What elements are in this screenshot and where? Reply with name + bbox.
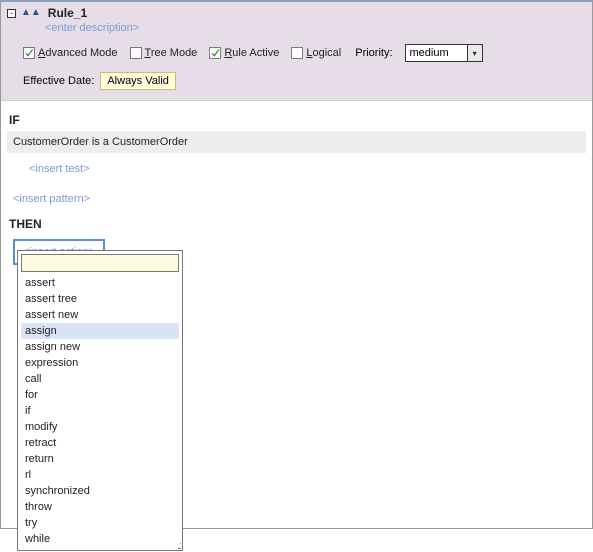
action-item[interactable]: assert bbox=[21, 275, 179, 291]
action-item[interactable]: retract bbox=[21, 435, 179, 451]
action-item[interactable]: synchronized bbox=[21, 483, 179, 499]
rule-active-checkbox[interactable]: Rule Active bbox=[209, 47, 279, 59]
chevron-down-icon: ▾ bbox=[467, 45, 482, 61]
options-row: Advanced Mode Tree Mode Rule Active Logi… bbox=[7, 34, 586, 62]
action-list: assertassert treeassert newassignassign … bbox=[18, 275, 182, 550]
tree-mode-checkbox[interactable]: Tree Mode bbox=[130, 47, 198, 59]
action-item[interactable]: if bbox=[21, 403, 179, 419]
checkbox-icon bbox=[291, 47, 303, 59]
checkbox-icon bbox=[130, 47, 142, 59]
action-item[interactable]: throw bbox=[21, 499, 179, 515]
action-item[interactable]: call bbox=[21, 371, 179, 387]
chevron-up-icon[interactable]: ▲▲ bbox=[19, 8, 43, 18]
action-autocomplete-dropdown: assertassert treeassert newassignassign … bbox=[17, 250, 183, 551]
condition-expression[interactable]: CustomerOrder is a CustomerOrder bbox=[7, 131, 586, 153]
collapse-icon[interactable]: - bbox=[7, 9, 16, 18]
rule-name[interactable]: Rule_1 bbox=[46, 6, 87, 20]
effective-date-row: Effective Date: Always Valid bbox=[7, 62, 586, 90]
insert-test-placeholder[interactable]: <insert test> bbox=[1, 153, 592, 175]
priority-value: medium bbox=[406, 47, 467, 59]
action-item[interactable]: assign new bbox=[21, 339, 179, 355]
effective-date-value[interactable]: Always Valid bbox=[100, 72, 176, 90]
if-label: IF bbox=[1, 101, 592, 131]
action-item[interactable]: assert new bbox=[21, 307, 179, 323]
action-item[interactable]: expression bbox=[21, 355, 179, 371]
effective-date-label: Effective Date: bbox=[23, 75, 94, 87]
action-item[interactable]: modify bbox=[21, 419, 179, 435]
action-item[interactable]: for bbox=[21, 387, 179, 403]
action-item[interactable]: return bbox=[21, 451, 179, 467]
action-item[interactable]: assert tree bbox=[21, 291, 179, 307]
rule-title-row: - ▲▲ Rule_1 bbox=[7, 6, 586, 20]
action-item[interactable]: assign bbox=[21, 323, 179, 339]
rule-description-placeholder[interactable]: <enter description> bbox=[7, 20, 586, 34]
checkbox-icon bbox=[23, 47, 35, 59]
checkbox-icon bbox=[209, 47, 221, 59]
action-item[interactable]: rl bbox=[21, 467, 179, 483]
priority-label: Priority: bbox=[355, 47, 392, 59]
action-filter-input[interactable] bbox=[21, 254, 179, 272]
priority-select[interactable]: medium ▾ bbox=[405, 44, 483, 62]
insert-pattern-placeholder[interactable]: <insert pattern> bbox=[1, 175, 592, 205]
advanced-mode-checkbox[interactable]: Advanced Mode bbox=[23, 47, 118, 59]
rule-header: - ▲▲ Rule_1 <enter description> Advanced… bbox=[1, 2, 592, 101]
action-item[interactable]: while bbox=[21, 531, 179, 547]
logical-checkbox[interactable]: Logical bbox=[291, 47, 341, 59]
then-label: THEN bbox=[1, 205, 592, 235]
